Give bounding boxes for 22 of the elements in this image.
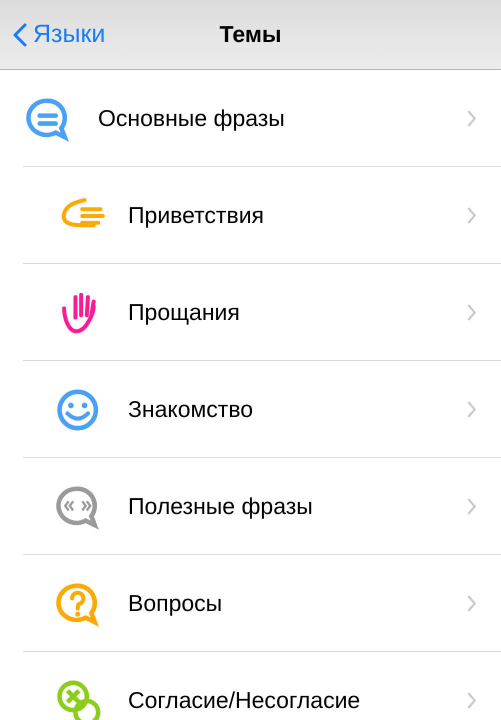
topic-row[interactable]: Приветствия	[0, 167, 501, 264]
topic-row[interactable]: Полезные фразы	[0, 458, 501, 555]
chevron-icon	[466, 109, 477, 128]
chevron-icon	[466, 400, 477, 419]
topic-row[interactable]: Знакомство	[0, 361, 501, 458]
chevron-icon	[466, 303, 477, 322]
topic-label: Согласие/Несогласие	[128, 687, 362, 714]
chevron-icon	[466, 691, 477, 710]
chevron-icon	[466, 206, 477, 225]
topic-row[interactable]: Вопросы	[0, 555, 501, 652]
screen-title: Темы	[218, 21, 283, 48]
topic-row[interactable]: Прощания	[0, 264, 501, 361]
topic-label: Прощания	[128, 299, 241, 326]
topic-label: Приветствия	[128, 202, 265, 229]
chevron-icon	[466, 497, 477, 516]
topic-label: Знакомство	[128, 396, 254, 423]
topic-label: Полезные фразы	[128, 493, 314, 520]
back-chevron-icon	[13, 22, 27, 46]
topic-label: Вопросы	[128, 590, 224, 617]
topic-row[interactable]: Основные фразы	[0, 70, 501, 167]
chevron-icon	[466, 594, 477, 613]
topic-label: Основные фразы	[98, 105, 286, 132]
